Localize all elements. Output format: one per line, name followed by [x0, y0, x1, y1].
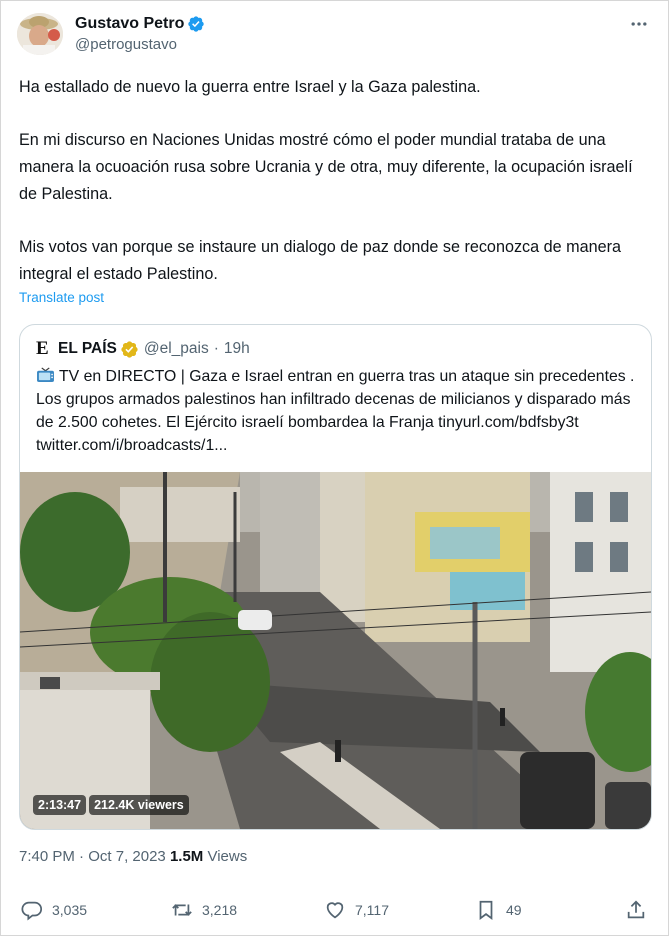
tweet-paragraph: Ha estallado de nuevo la guerra entre Is… [19, 78, 481, 96]
bookmark-button[interactable]: 49 [475, 899, 522, 921]
broadcast-video[interactable]: 2:13:47 212.4K viewers [20, 472, 651, 829]
repost-icon [172, 904, 192, 916]
views-count: 1.5M [169, 848, 204, 865]
gold-verified-badge-icon [121, 340, 138, 358]
separator-dot: · [79, 848, 85, 865]
repost-button[interactable]: 3,218 [171, 899, 237, 921]
bookmark-icon [479, 900, 493, 920]
video-duration: 2:13:47 [33, 795, 87, 815]
tweet-paragraph: En mi discurso en Naciones Unidas mostré… [19, 131, 633, 203]
reply-icon [21, 901, 43, 921]
repost-count: 3,218 [202, 902, 238, 918]
quoted-author-name[interactable]: EL PAÍS [58, 340, 117, 358]
street-scene-image [20, 472, 651, 829]
viewers-count: 212.4K viewers [89, 795, 189, 815]
author-name[interactable]: Gustavo Petro [75, 15, 184, 33]
verified-badge-icon [188, 16, 205, 32]
share-button[interactable] [625, 899, 656, 921]
video-overlay-badges: 2:13:47 212.4K viewers [33, 795, 189, 815]
reply-button[interactable]: 3,035 [21, 899, 87, 921]
quoted-tweet-body: TV en DIRECTO | Gaza e Israel entran en … [36, 368, 635, 454]
like-count: 7,117 [355, 902, 389, 918]
quoted-tweet[interactable]: E EL PAÍS @el_pais · 19h TV en DIRECTO |… [19, 324, 652, 830]
author-name-row: Gustavo Petro [75, 15, 205, 33]
tweet-card: Gustavo Petro @petrogustavo Ha estallado… [0, 0, 669, 936]
tweet-header: Gustavo Petro @petrogustavo [17, 13, 652, 57]
quoted-time[interactable]: 19h [224, 340, 250, 358]
quoted-author-handle[interactable]: @el_pais [144, 340, 209, 358]
reply-count: 3,035 [52, 902, 88, 918]
like-button[interactable]: 7,117 [324, 899, 389, 921]
share-icon [627, 900, 645, 919]
views-label: Views [207, 848, 248, 865]
bookmark-count: 49 [506, 902, 522, 918]
separator-dot: · [213, 340, 219, 357]
tweet-text: Ha estallado de nuevo la guerra entre Is… [19, 74, 649, 314]
post-time[interactable]: 7:40 PM [19, 848, 75, 865]
translate-post-link[interactable]: Translate post [19, 290, 104, 305]
action-bar: 3,035 3,218 7,117 49 [19, 899, 653, 929]
avatar[interactable] [17, 13, 63, 55]
quoted-tweet-header: E EL PAÍS @el_pais · 19h [36, 339, 250, 359]
more-icon[interactable] [628, 13, 650, 35]
author-handle[interactable]: @petrogustavo [75, 36, 177, 53]
tweet-meta: 7:40 PM · Oct 7, 2023 1.5M Views [19, 848, 247, 865]
heart-icon [326, 902, 344, 919]
post-date[interactable]: Oct 7, 2023 [88, 848, 166, 865]
tweet-paragraph: Mis votos van porque se instaure un dial… [19, 238, 622, 283]
tv-icon [37, 367, 54, 383]
el-pais-logo: E [36, 338, 49, 359]
quoted-tweet-text: TV en DIRECTO | Gaza e Israel entran en … [36, 365, 646, 457]
